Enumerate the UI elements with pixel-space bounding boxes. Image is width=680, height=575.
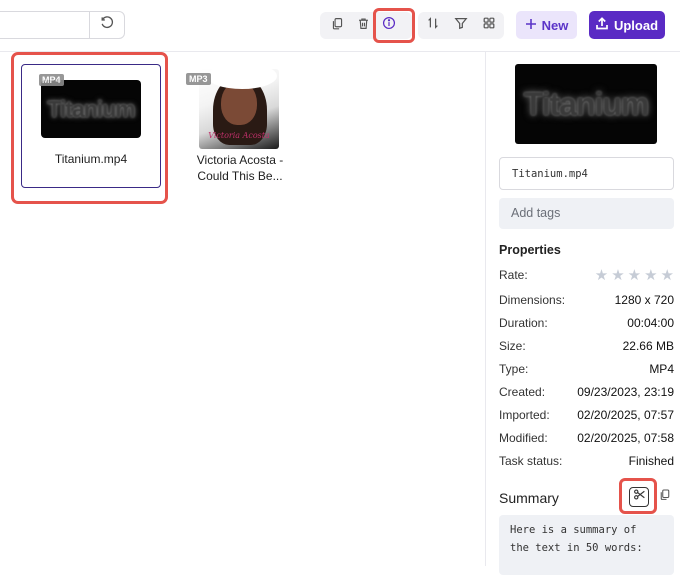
grid-view-button[interactable] [478, 15, 500, 37]
scissors-icon [633, 488, 646, 506]
file-name: Titanium.mp4 [54, 152, 128, 166]
property-row: Dimensions: 1280 x 720 [499, 291, 674, 309]
property-row: Task status: Finished [499, 452, 674, 470]
property-rate: Rate: ★ ★ ★ ★ ★ [499, 266, 674, 284]
property-value: Finished [628, 454, 674, 468]
search-input[interactable] [0, 11, 90, 39]
property-key: Duration: [499, 316, 548, 330]
properties-title: Properties [499, 243, 561, 257]
filter-icon [454, 16, 468, 35]
property-key: Task status: [499, 454, 563, 468]
file-name: Victoria Acosta - Could This Be... [186, 152, 294, 184]
file-type-badge: MP4 [39, 74, 64, 86]
new-button[interactable]: New [516, 11, 577, 39]
star-icon[interactable]: ★ [661, 266, 674, 284]
property-row: Duration: 00:04:00 [499, 314, 674, 332]
trash-icon [357, 17, 370, 35]
property-row: Modified: 02/20/2025, 07:58 [499, 429, 674, 447]
property-key: Type: [499, 362, 529, 376]
info-button-highlight [373, 8, 415, 43]
sort-icon [426, 16, 440, 35]
copy-summary-button[interactable] [658, 489, 672, 505]
copy-icon [659, 488, 671, 506]
star-icon[interactable]: ★ [595, 266, 608, 284]
property-key: Rate: [499, 268, 528, 282]
summary-text: Here is a summary of the text in 50 word… [499, 515, 674, 575]
file-name-line-1: Victoria Acosta - [196, 153, 284, 167]
upload-button-label: Upload [613, 17, 659, 33]
cover-title: Victoria Acosta [208, 131, 270, 140]
details-panel: Titanium Titanium.mp4 Add tags Propertie… [485, 52, 680, 575]
summary-title: Summary [499, 490, 559, 506]
copy-button[interactable] [326, 15, 348, 37]
filter-button[interactable] [450, 15, 472, 37]
property-key: Modified: [499, 431, 548, 445]
copy-icon [331, 17, 344, 35]
thumbnail-text: Titanium [47, 95, 135, 122]
filename-field[interactable]: Titanium.mp4 [499, 157, 674, 190]
property-row: Imported: 02/20/2025, 07:57 [499, 406, 674, 424]
grid-icon [482, 16, 496, 35]
refresh-icon [100, 15, 114, 35]
property-key: Dimensions: [499, 293, 566, 307]
delete-button[interactable] [352, 15, 374, 37]
toolbar: New Upload [0, 0, 680, 52]
property-row: Size: 22.66 MB [499, 337, 674, 355]
plus-icon [525, 18, 537, 33]
property-row: Type: MP4 [499, 360, 674, 378]
summarize-button[interactable] [629, 487, 649, 507]
refresh-button[interactable] [89, 11, 125, 39]
property-row: Created: 09/23/2023, 23:19 [499, 383, 674, 401]
property-value: 02/20/2025, 07:57 [577, 408, 674, 422]
property-key: Imported: [499, 408, 550, 422]
file-card-titanium[interactable]: Titanium MP4 Titanium.mp4 [21, 64, 161, 188]
file-preview: Titanium [515, 64, 657, 144]
file-type-badge: MP3 [186, 73, 211, 85]
property-value: 1280 x 720 [614, 293, 674, 307]
property-value: 22.66 MB [622, 339, 674, 353]
sort-button[interactable] [422, 15, 444, 37]
property-value: MP4 [649, 362, 674, 376]
audio-cover-image: Victoria Acosta [199, 69, 279, 149]
add-tags-input[interactable]: Add tags [499, 198, 674, 229]
property-key: Size: [499, 339, 526, 353]
star-icon[interactable]: ★ [611, 266, 624, 284]
file-card-victoria-acosta[interactable]: Victoria Acosta MP3 Victoria Acosta - Co… [186, 64, 294, 188]
property-value: 00:04:00 [627, 316, 674, 330]
property-key: Created: [499, 385, 546, 399]
view-actions-group [418, 12, 504, 39]
file-name-line-2: Could This Be... [197, 169, 283, 183]
star-icon[interactable]: ★ [644, 266, 657, 284]
new-button-label: New [541, 17, 569, 33]
star-icon[interactable]: ★ [628, 266, 641, 284]
video-thumbnail: Titanium [41, 80, 141, 138]
property-value: 09/23/2023, 23:19 [577, 385, 674, 399]
rating-stars[interactable]: ★ ★ ★ ★ ★ [595, 266, 674, 284]
summary-line-2: the text in 50 words: [510, 542, 643, 554]
preview-text: Titanium [523, 85, 650, 122]
summary-line-1: Here is a summary of [510, 524, 637, 536]
upload-icon [596, 17, 608, 33]
upload-button[interactable]: Upload [589, 11, 665, 39]
property-value: 02/20/2025, 07:58 [577, 431, 674, 445]
cover-hat [207, 69, 277, 89]
